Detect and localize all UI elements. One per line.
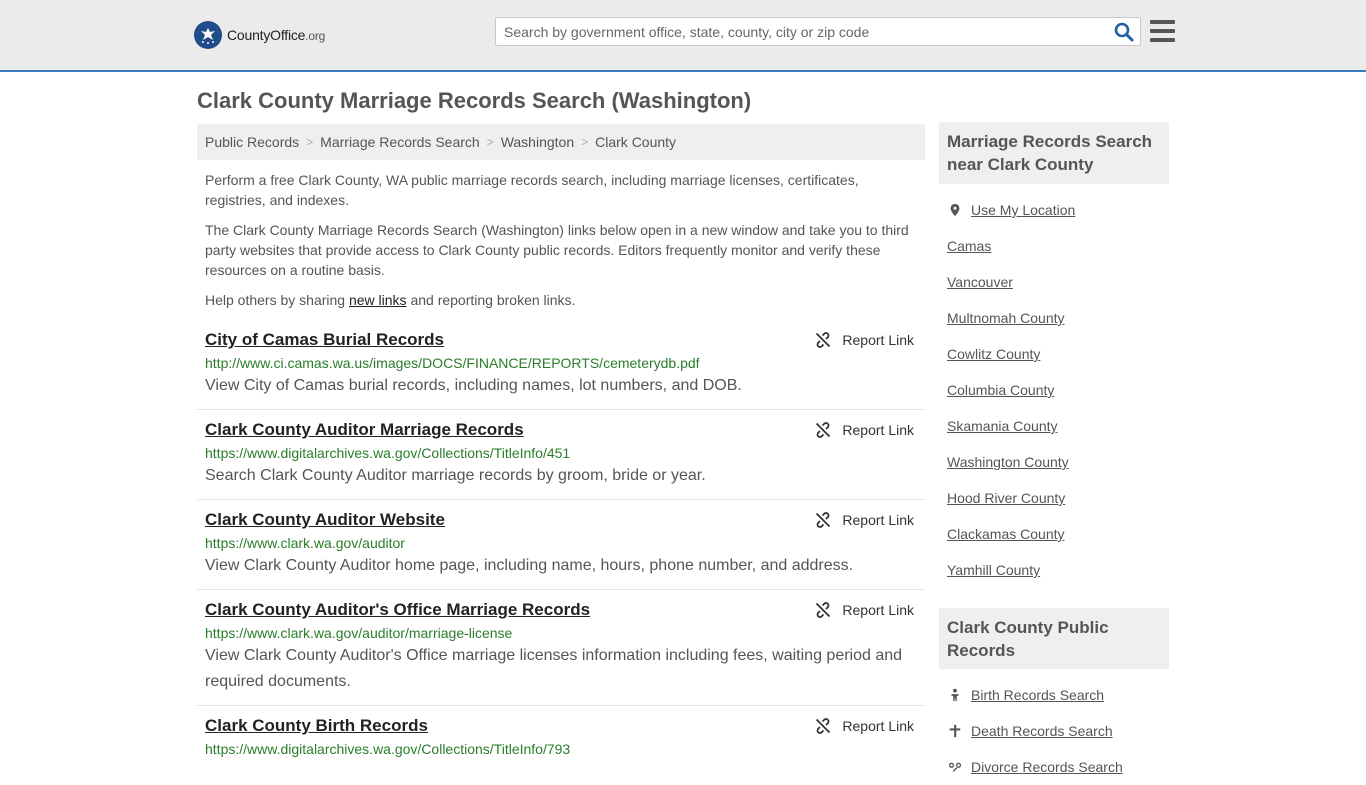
divorce-icon (947, 759, 963, 775)
nearby-item: Washington County (947, 444, 1169, 480)
breadcrumb-clark-county[interactable]: Clark County (595, 134, 676, 150)
report-link-button[interactable]: Report Link (815, 422, 914, 438)
record-description: View Clark County Auditor's Office marri… (205, 647, 903, 690)
record-title-link[interactable]: Clark County Auditor Website (205, 510, 445, 530)
public-record-item: Death Records Search (947, 713, 1169, 749)
report-link-button[interactable]: Report Link (815, 332, 914, 348)
page-title: Clark County Marriage Records Search (Wa… (197, 88, 752, 113)
record-title-link[interactable]: Clark County Auditor's Office Marriage R… (205, 600, 590, 620)
record-description: View Clark County Auditor home page, inc… (205, 557, 854, 574)
report-link-label: Report Link (842, 718, 914, 734)
site-logo[interactable]: CountyOffice.org (194, 21, 325, 49)
record-item: Clark County Auditor's Office Marriage R… (197, 590, 925, 706)
record-list: City of Camas Burial Records Report Link… (197, 320, 925, 768)
divorce-records-search-link[interactable]: Divorce Records Search (971, 759, 1123, 775)
record-url[interactable]: https://www.clark.wa.gov/auditor (205, 534, 917, 552)
public-records-section-heading: Clark County Public Records (939, 608, 1169, 669)
nearby-link-yamhill[interactable]: Yamhill County (947, 562, 1040, 578)
nearby-item: Cowlitz County (947, 336, 1169, 372)
site-header: CountyOffice.org (0, 0, 1366, 72)
new-links-link[interactable]: new links (349, 292, 407, 308)
hamburger-menu-icon[interactable] (1150, 20, 1175, 42)
search-box (495, 17, 1141, 46)
death-records-search-link[interactable]: Death Records Search (971, 723, 1113, 739)
public-records-list: Birth Records Search Death Records Searc… (947, 677, 1169, 785)
map-pin-icon (947, 202, 963, 218)
nearby-item: Columbia County (947, 372, 1169, 408)
use-my-location-link[interactable]: Use My Location (971, 202, 1075, 218)
broken-link-icon (816, 422, 831, 438)
intro-paragraph: Perform a free Clark County, WA public m… (205, 172, 859, 208)
logo-tld: .org (305, 29, 326, 43)
record-item: City of Camas Burial Records Report Link… (197, 320, 925, 410)
breadcrumb-separator: > (306, 135, 314, 149)
nearby-link-vancouver[interactable]: Vancouver (947, 274, 1013, 290)
search-icon[interactable] (1114, 22, 1134, 42)
record-description: View City of Camas burial records, inclu… (205, 377, 742, 394)
nearby-item: Camas (947, 228, 1169, 264)
eagle-logo-icon (194, 21, 222, 49)
breadcrumb-public-records[interactable]: Public Records (205, 134, 299, 150)
logo-wordmark: CountyOffice.org (227, 27, 325, 43)
share-text-before: Help others by sharing (205, 292, 349, 308)
public-record-item: Divorce Records Search (947, 749, 1169, 785)
broken-link-icon (816, 718, 831, 734)
record-item: Clark County Birth Records Report Link h… (197, 706, 925, 768)
report-link-label: Report Link (842, 602, 914, 618)
nearby-link-skamania[interactable]: Skamania County (947, 418, 1058, 434)
cross-icon (947, 723, 963, 739)
nearby-list: Use My Location Camas Vancouver Multnoma… (947, 192, 1169, 588)
nearby-link-clackamas[interactable]: Clackamas County (947, 526, 1065, 542)
public-record-item: Birth Records Search (947, 677, 1169, 713)
share-text-after: and reporting broken links. (406, 292, 576, 308)
breadcrumb-washington[interactable]: Washington (501, 134, 574, 150)
nearby-link-camas[interactable]: Camas (947, 238, 991, 254)
nearby-item: Clackamas County (947, 516, 1169, 552)
breadcrumb-separator: > (581, 135, 589, 149)
record-url[interactable]: https://www.clark.wa.gov/auditor/marriag… (205, 624, 917, 642)
nearby-item: Multnomah County (947, 300, 1169, 336)
share-links-paragraph: Help others by sharing new links and rep… (205, 290, 917, 310)
report-link-button[interactable]: Report Link (815, 718, 914, 734)
record-url[interactable]: https://www.digitalarchives.wa.gov/Colle… (205, 740, 917, 758)
record-title-link[interactable]: Clark County Birth Records (205, 716, 428, 736)
nearby-link-columbia[interactable]: Columbia County (947, 382, 1054, 398)
search-input[interactable] (504, 18, 1104, 45)
report-link-button[interactable]: Report Link (815, 602, 914, 618)
nearby-item: Yamhill County (947, 552, 1169, 588)
record-url[interactable]: http://www.ci.camas.wa.us/images/DOCS/FI… (205, 354, 917, 372)
broken-link-icon (816, 332, 831, 348)
logo-brand: CountyOffice (227, 27, 306, 43)
breadcrumb: Public Records > Marriage Records Search… (197, 124, 925, 160)
nearby-link-multnomah[interactable]: Multnomah County (947, 310, 1065, 326)
broken-link-icon (816, 512, 831, 528)
broken-link-icon (816, 602, 831, 618)
record-item: Clark County Auditor Marriage Records Re… (197, 410, 925, 500)
nearby-link-hood-river[interactable]: Hood River County (947, 490, 1065, 506)
record-item: Clark County Auditor Website Report Link… (197, 500, 925, 590)
nearby-item: Skamania County (947, 408, 1169, 444)
nearby-item: Hood River County (947, 480, 1169, 516)
report-link-label: Report Link (842, 512, 914, 528)
disclaimer-paragraph: The Clark County Marriage Records Search… (205, 222, 909, 278)
record-title-link[interactable]: Clark County Auditor Marriage Records (205, 420, 524, 440)
birth-records-search-link[interactable]: Birth Records Search (971, 687, 1104, 703)
nearby-link-cowlitz[interactable]: Cowlitz County (947, 346, 1040, 362)
report-link-label: Report Link (842, 332, 914, 348)
nearby-item: Vancouver (947, 264, 1169, 300)
use-location-item: Use My Location (947, 192, 1169, 228)
record-description: Search Clark County Auditor marriage rec… (205, 467, 706, 484)
nearby-section-heading: Marriage Records Search near Clark Count… (939, 122, 1169, 184)
nearby-link-washington[interactable]: Washington County (947, 454, 1069, 470)
report-link-button[interactable]: Report Link (815, 512, 914, 528)
breadcrumb-marriage-records-search[interactable]: Marriage Records Search (320, 134, 480, 150)
record-title-link[interactable]: City of Camas Burial Records (205, 330, 444, 350)
record-url[interactable]: https://www.digitalarchives.wa.gov/Colle… (205, 444, 917, 462)
breadcrumb-separator: > (486, 135, 494, 149)
report-link-label: Report Link (842, 422, 914, 438)
baby-icon (947, 687, 963, 703)
